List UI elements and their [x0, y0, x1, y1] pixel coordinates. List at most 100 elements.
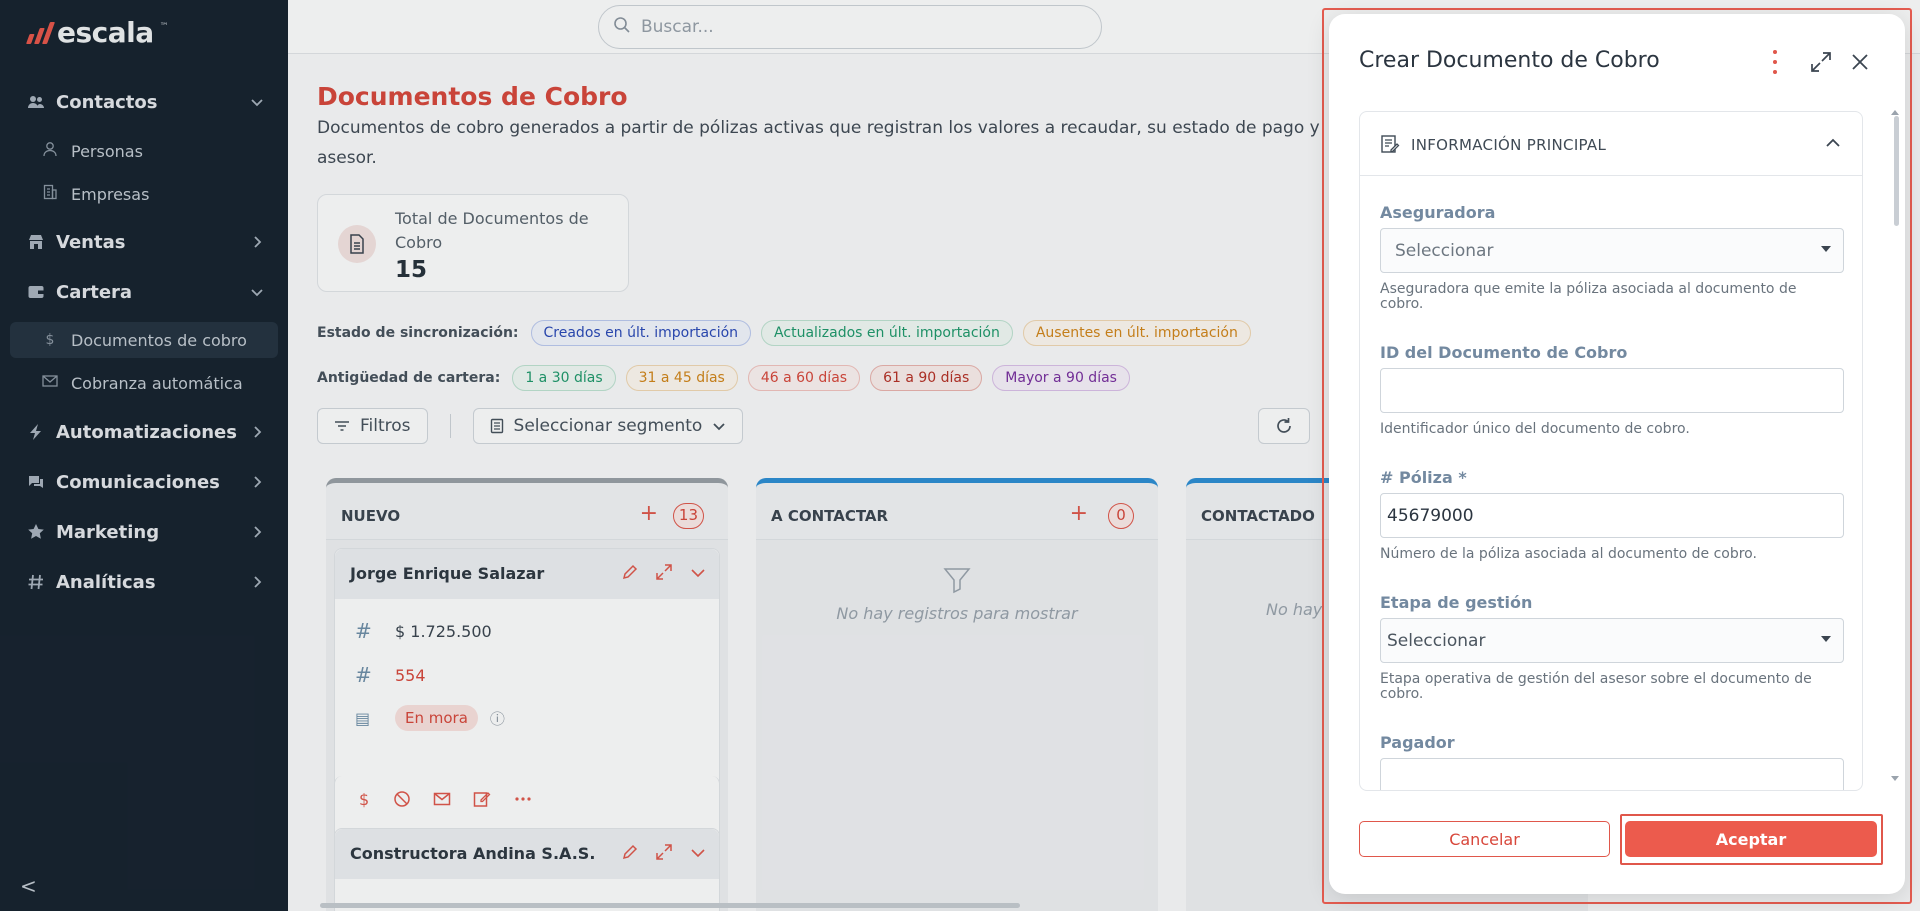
expand-icon[interactable]	[1809, 50, 1833, 74]
mail-icon[interactable]	[433, 790, 451, 808]
cancel-button[interactable]: Cancelar	[1359, 821, 1610, 857]
sidebar-item-empresas[interactable]: Empresas	[10, 176, 278, 212]
sidebar-collapse-button[interactable]: <	[20, 874, 37, 898]
sidebar-item-personas[interactable]: Personas	[10, 133, 278, 169]
chip-aging-over-90[interactable]: Mayor a 90 días	[992, 365, 1130, 391]
id-documento-input[interactable]	[1380, 368, 1844, 413]
poliza-input[interactable]: 45679000	[1380, 493, 1844, 538]
create-document-modal: Crear Documento de Cobro INFORMACIÓN PRI…	[1329, 14, 1905, 894]
filters-button[interactable]: Filtros	[317, 408, 428, 444]
filters-label: Filtros	[360, 416, 411, 436]
more-horizontal-icon[interactable]	[513, 790, 533, 808]
note-edit-icon[interactable]	[473, 790, 491, 808]
kanban-column-count: 13	[672, 503, 704, 529]
expand-icon[interactable]	[655, 843, 673, 861]
kanban-column-title: NUEVO	[341, 507, 401, 525]
brand-logo[interactable]: escala ™	[25, 16, 169, 49]
card-amount-row: # $ 1.725.500	[355, 619, 492, 643]
sidebar-item-analiticas[interactable]: Analíticas	[0, 562, 288, 602]
page-description: Documentos de cobro generados a partir d…	[317, 118, 1320, 168]
kanban-card-header: Jorge Enrique Salazar	[335, 549, 719, 599]
wallet-icon	[26, 282, 46, 302]
accept-button[interactable]: Aceptar	[1625, 821, 1877, 857]
sidebar-item-label: Empresas	[71, 184, 150, 204]
section-title: INFORMACIÓN PRINCIPAL	[1411, 136, 1607, 154]
edit-icon[interactable]	[621, 843, 639, 861]
add-icon[interactable]: +	[640, 501, 658, 526]
sidebar-item-label: Ventas	[56, 231, 126, 253]
sidebar-item-label: Cobranza automática	[71, 373, 243, 393]
sidebar-item-comunicaciones[interactable]: Comunicaciones	[0, 462, 288, 502]
chevron-down-icon[interactable]	[689, 563, 707, 581]
sidebar-item-contactos[interactable]: Contactos	[0, 82, 288, 122]
chip-sync-absent[interactable]: Ausentes en últ. importación	[1022, 320, 1251, 346]
chip-aging-31-45[interactable]: 31 a 45 días	[625, 365, 738, 391]
scroll-down-arrow[interactable]	[1891, 776, 1899, 781]
edit-icon[interactable]	[621, 563, 639, 581]
search-input[interactable]	[641, 17, 1061, 37]
dollar-icon: $	[45, 332, 55, 348]
etapa-gestion-select[interactable]: Seleccionar	[1380, 618, 1844, 663]
segment-select[interactable]: Seleccionar segmento	[472, 408, 744, 444]
chevron-down-icon	[251, 289, 263, 297]
chevron-right-icon	[254, 236, 262, 248]
block-icon[interactable]	[393, 790, 411, 808]
dollar-icon[interactable]: $	[355, 790, 371, 808]
aseguradora-select[interactable]: Seleccionar	[1380, 228, 1844, 273]
sidebar-item-marketing[interactable]: Marketing	[0, 512, 288, 552]
status-badge: En mora	[395, 705, 478, 731]
kanban-column-count: 0	[1108, 503, 1134, 529]
kanban-column-header: A CONTACTAR + 0	[756, 478, 1158, 540]
bolt-icon	[26, 422, 46, 442]
chevron-down-icon[interactable]	[689, 843, 707, 861]
field-help-aseguradora: Aseguradora que emite la póliza asociada…	[1380, 281, 1797, 312]
card-amount: $ 1.725.500	[395, 621, 492, 641]
add-icon[interactable]: +	[1070, 501, 1088, 526]
search-bar[interactable]	[598, 5, 1102, 49]
chip-sync-created[interactable]: Creados en últ. importación	[530, 320, 752, 346]
caret-down-icon	[1821, 636, 1831, 642]
input-value: 45679000	[1387, 505, 1474, 526]
modal-scrollbar-thumb[interactable]	[1894, 116, 1899, 226]
pagador-input[interactable]	[1380, 758, 1844, 790]
card-number: 554	[395, 665, 426, 685]
search-icon	[613, 16, 631, 38]
building-icon	[42, 184, 58, 204]
field-help-poliza: Número de la póliza asociada al document…	[1380, 546, 1757, 562]
sidebar-item-cobranza-automatica[interactable]: Cobranza automática	[10, 365, 278, 401]
horizontal-scrollbar[interactable]	[320, 903, 1020, 908]
refresh-button[interactable]	[1258, 408, 1310, 444]
status-icon: ▤	[355, 708, 371, 728]
sidebar-item-documentos-de-cobro[interactable]: $ Documentos de cobro	[10, 322, 278, 358]
info-icon[interactable]: ⓘ	[490, 708, 505, 729]
sidebar-item-cartera[interactable]: Cartera	[0, 272, 288, 312]
close-icon[interactable]	[1848, 50, 1872, 74]
section-header[interactable]: INFORMACIÓN PRINCIPAL	[1360, 112, 1862, 176]
brand-name: escala	[57, 16, 154, 49]
svg-text:$: $	[359, 790, 369, 808]
expand-icon[interactable]	[655, 563, 673, 581]
chip-aging-61-90[interactable]: 61 a 90 días	[870, 365, 983, 391]
kanban-card-name: Constructora Andina S.A.S.	[350, 844, 596, 863]
kanban-card[interactable]: Constructora Andina S.A.S.	[334, 828, 720, 911]
chip-aging-1-30[interactable]: 1 a 30 días	[512, 365, 616, 391]
stat-label: Total de Documentos de Cobro	[395, 209, 589, 252]
kanban-card-name: Jorge Enrique Salazar	[350, 564, 545, 583]
field-label-etapa: Etapa de gestión	[1380, 593, 1533, 612]
form-edit-icon	[1381, 135, 1400, 153]
kanban-card[interactable]: Jorge Enrique Salazar # $ 1.725.500 # 55…	[334, 548, 720, 788]
kanban-card-header: Constructora Andina S.A.S.	[335, 829, 719, 879]
chevron-right-icon	[254, 526, 262, 538]
kanban-card-actions	[621, 843, 707, 861]
chip-sync-updated[interactable]: Actualizados en últ. importación	[761, 320, 1013, 346]
chip-aging-46-60[interactable]: 46 a 60 días	[747, 365, 861, 391]
chevron-right-icon	[254, 476, 262, 488]
card-status-row: ▤ En mora ⓘ	[355, 705, 505, 731]
kanban-column-a-contactar: A CONTACTAR + 0 No hay registros para mo…	[756, 478, 1158, 911]
sidebar-item-ventas[interactable]: Ventas	[0, 222, 288, 262]
brand-tm: ™	[159, 21, 169, 32]
more-vertical-icon[interactable]	[1769, 50, 1781, 74]
scroll-up-arrow[interactable]	[1891, 110, 1899, 115]
field-label-pagador: Pagador	[1380, 733, 1455, 752]
sidebar-item-automatizaciones[interactable]: Automatizaciones	[0, 412, 288, 452]
